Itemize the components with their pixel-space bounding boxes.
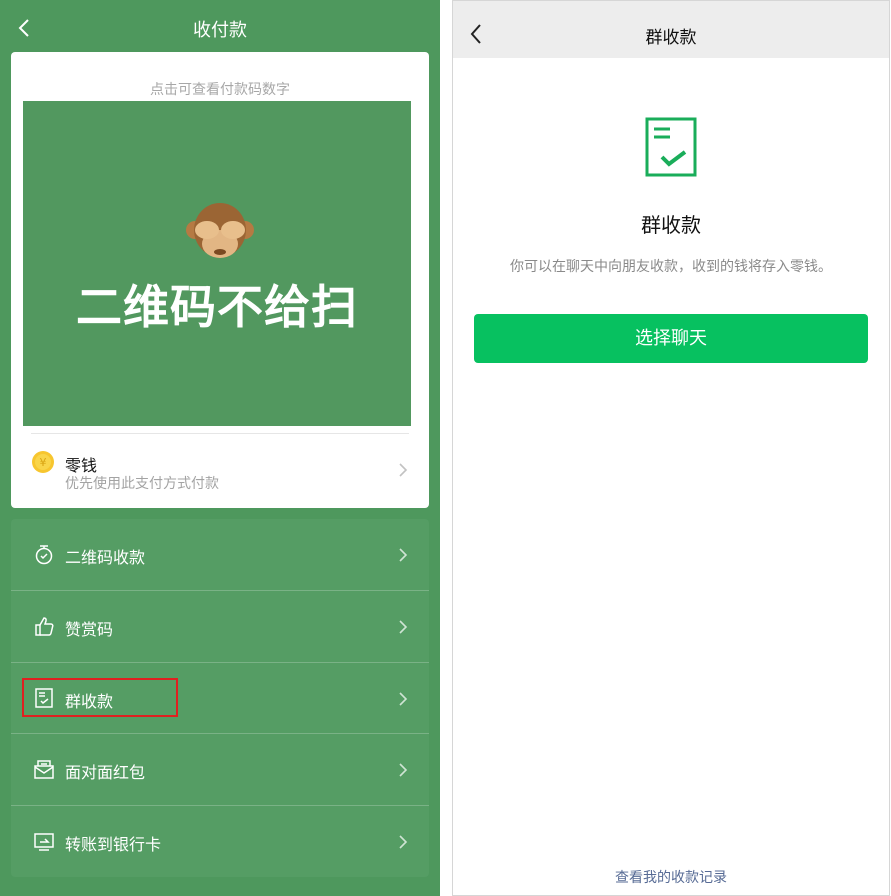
page-title: 收付款: [193, 20, 247, 41]
highlight-box: [22, 678, 178, 717]
feature-heading: 群收款: [641, 213, 701, 237]
feature-description: 你可以在聊天中向朋友收款，收到的钱将存入零钱。: [510, 259, 832, 275]
coin-icon: ¥: [32, 451, 54, 473]
chevron-right-icon: [399, 548, 408, 562]
menu-label: 面对面红包: [65, 763, 146, 782]
payment-panel: 收付款 点击可查看付款码数字 二维码不给扫 ¥ 零钱 优先使用此支付方式付款 二…: [0, 0, 440, 896]
menu-item-transfer-to-bank-card[interactable]: 转账到银行卡: [11, 806, 429, 877]
menu-item-face-to-face-red-packet[interactable]: 面对面红包: [11, 734, 429, 805]
group-receipt-panel: 群收款 群收款 你可以在聊天中向朋友收款，收到的钱将存入零钱。 选择聊天 查看我…: [452, 0, 890, 896]
menu-label: 二维码收款: [65, 548, 146, 567]
chevron-right-icon: [399, 692, 408, 706]
divider: [31, 433, 409, 434]
right-header: 群收款: [453, 1, 889, 58]
view-receipt-records-link[interactable]: 查看我的收款记录: [453, 867, 889, 887]
chevron-right-icon: [399, 763, 408, 777]
payment-code-card: 点击可查看付款码数字 二维码不给扫 ¥ 零钱 优先使用此支付方式付款: [11, 52, 429, 508]
see-no-evil-monkey-icon: [186, 203, 254, 258]
group-receipt-icon: [645, 117, 697, 177]
menu-label: 赞赏码: [65, 620, 114, 639]
qr-code-area[interactable]: 二维码不给扫: [23, 101, 411, 426]
wallet-subtitle: 优先使用此支付方式付款: [65, 476, 219, 492]
stopwatch-icon: [35, 545, 53, 565]
bank-card-icon: [34, 833, 54, 851]
page-title: 群收款: [645, 28, 697, 48]
thumbs-up-icon: [35, 617, 54, 636]
qr-overlay-text: 二维码不给扫: [76, 280, 358, 334]
menu-item-appreciation-code[interactable]: 赞赏码: [11, 591, 429, 662]
chevron-right-icon: [399, 835, 408, 849]
left-header: 收付款: [0, 0, 440, 56]
menu-item-qr-receive[interactable]: 二维码收款: [11, 519, 429, 590]
select-chat-button[interactable]: 选择聊天: [474, 314, 868, 363]
svg-text:¥: ¥: [40, 456, 47, 469]
show-code-hint[interactable]: 点击可查看付款码数字: [11, 79, 429, 99]
menu-label: 转账到银行卡: [65, 835, 162, 854]
chevron-right-icon: [399, 620, 408, 634]
chevron-right-icon[interactable]: [398, 461, 408, 479]
red-packet-icon: [34, 760, 54, 779]
